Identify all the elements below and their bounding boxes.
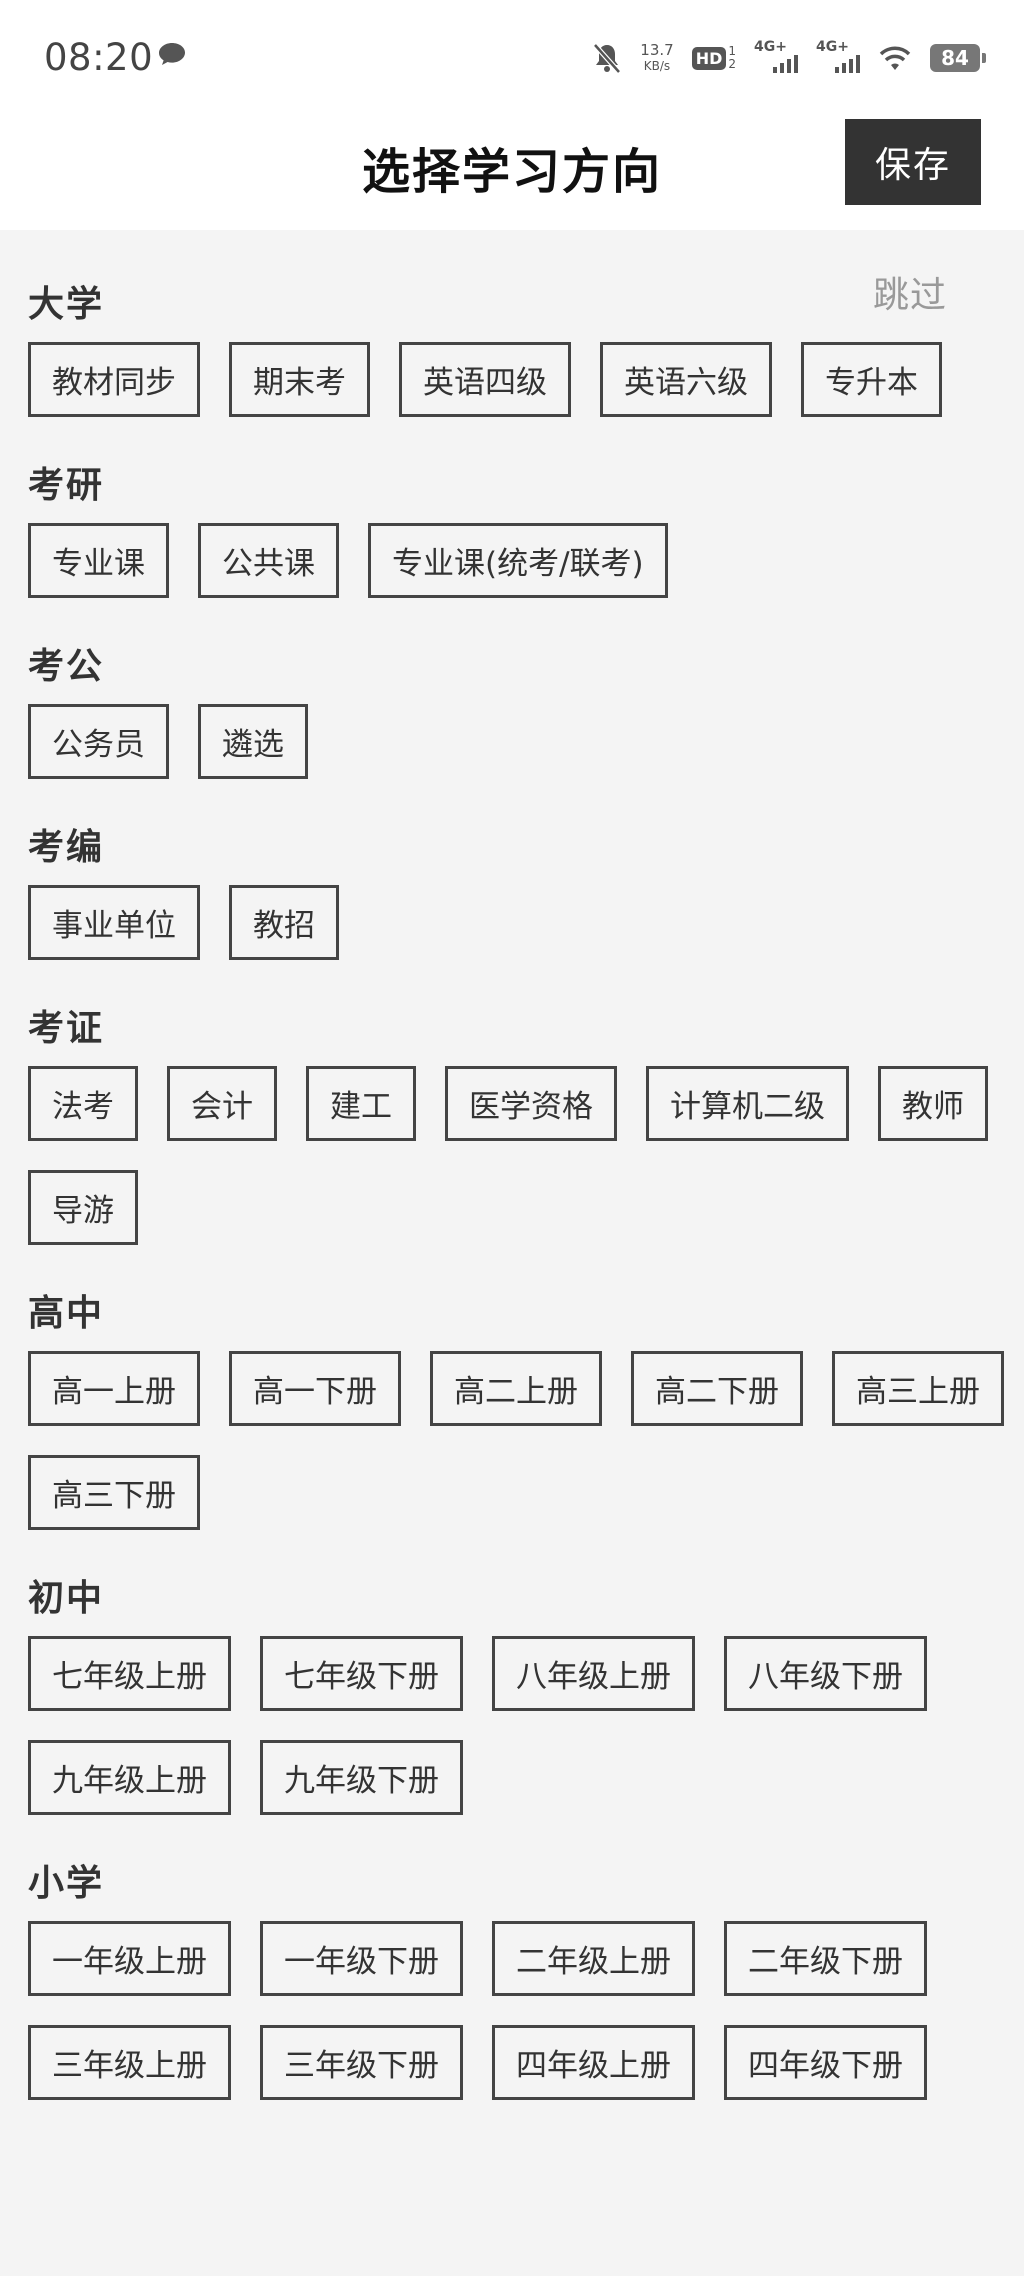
section-2: 考公公务员 遴选 (28, 642, 1024, 779)
network-type-2: 4G+ (816, 39, 849, 55)
status-time: 08:20 (44, 36, 154, 79)
option-chip[interactable]: 遴选 (198, 704, 308, 779)
chat-notification-icon (159, 43, 185, 65)
option-chip[interactable]: 高三上册 (832, 1351, 1004, 1426)
option-chip[interactable]: 专升本 (801, 342, 942, 417)
option-chip[interactable]: 三年级上册 (28, 2025, 231, 2100)
option-chip[interactable]: 九年级上册 (28, 1740, 231, 1815)
option-chip[interactable]: 教招 (229, 885, 339, 960)
option-chip[interactable]: 九年级下册 (260, 1740, 463, 1815)
option-chip[interactable]: 高二上册 (430, 1351, 602, 1426)
section-4: 考证法考 会计 建工 医学资格 计算机二级 教师导游 (28, 1004, 1024, 1245)
option-group: 事业单位 教招 (28, 885, 1024, 960)
option-chip[interactable]: 事业单位 (28, 885, 200, 960)
status-icons: 13.7 KB/s HD 1 2 4G+ 4G+ 84 (592, 36, 986, 80)
option-chip[interactable]: 专业课(统考/联考) (368, 523, 668, 598)
option-chip[interactable]: 会计 (167, 1066, 277, 1141)
speed-value: 13.7 (640, 41, 674, 59)
signal-bars-icon (835, 55, 860, 73)
option-chip[interactable]: 一年级上册 (28, 1921, 231, 1996)
signal-4g-1: 4G+ (754, 39, 798, 75)
option-chip[interactable]: 公务员 (28, 704, 169, 779)
network-speed: 13.7 KB/s (640, 42, 673, 74)
speed-unit: KB/s (643, 59, 671, 73)
option-chip[interactable]: 七年级下册 (260, 1636, 463, 1711)
option-group: 公务员 遴选 (28, 704, 1024, 779)
status-bar: 08:20 13.7 KB/s HD 1 2 4G+ 4G+ 84 (0, 0, 1024, 118)
battery-level: 84 (941, 46, 969, 70)
section-title: 大学 (28, 284, 105, 325)
save-button[interactable]: 保存 (845, 119, 981, 205)
option-chip[interactable]: 三年级下册 (260, 2025, 463, 2100)
hd-bottom: 2 (728, 57, 736, 71)
section-title: 考研 (28, 465, 105, 506)
option-group: 一年级上册 一年级下册 二年级上册 二年级下册三年级上册 三年级下册 四年级上册 四年级下册 (28, 1921, 1024, 2100)
section-1: 考研专业课 公共课 专业课(统考/联考) (28, 461, 1024, 598)
option-group: 高一上册 高一下册 高二上册 高二下册 高三上册高三下册 (28, 1351, 1024, 1530)
wifi-icon (879, 46, 911, 70)
section-title: 高中 (28, 1293, 105, 1334)
option-chip[interactable]: 教材同步 (28, 342, 200, 417)
option-chip[interactable]: 计算机二级 (646, 1066, 849, 1141)
option-chip[interactable]: 高三下册 (28, 1455, 200, 1530)
section-7: 小学一年级上册 一年级下册 二年级上册 二年级下册三年级上册 三年级下册 四年级上册 四年级… (28, 1859, 1024, 2100)
hd-voice-indicator: HD 1 2 (691, 45, 736, 71)
option-chip[interactable]: 公共课 (198, 523, 339, 598)
direction-list: 大学教材同步 期末考 英语四级 英语六级 专升本考研专业课 公共课 专业课(统考/联考) 考公… (28, 280, 1024, 2144)
section-0: 大学教材同步 期末考 英语四级 英语六级 专升本 (28, 280, 1024, 417)
option-chip[interactable]: 英语四级 (399, 342, 571, 417)
title-bar: 选择学习方向 保存 (0, 118, 1024, 230)
option-chip[interactable]: 七年级上册 (28, 1636, 231, 1711)
option-chip[interactable]: 教师 (878, 1066, 988, 1141)
signal-bars-icon (773, 55, 798, 73)
section-title: 考公 (28, 646, 105, 687)
hd-label: HD (691, 46, 727, 70)
option-chip[interactable]: 医学资格 (445, 1066, 617, 1141)
option-chip[interactable]: 高二下册 (631, 1351, 803, 1426)
section-3: 考编事业单位 教招 (28, 823, 1024, 960)
section-title: 考证 (28, 1008, 105, 1049)
option-chip[interactable]: 高一上册 (28, 1351, 200, 1426)
option-chip[interactable]: 二年级上册 (492, 1921, 695, 1996)
option-chip[interactable]: 期末考 (229, 342, 370, 417)
option-chip[interactable]: 法考 (28, 1066, 138, 1141)
section-6: 初中七年级上册 七年级下册 八年级上册 八年级下册九年级上册 九年级下册 (28, 1574, 1024, 1815)
option-chip[interactable]: 建工 (306, 1066, 416, 1141)
option-chip[interactable]: 四年级上册 (492, 2025, 695, 2100)
option-group: 法考 会计 建工 医学资格 计算机二级 教师导游 (28, 1066, 1024, 1245)
battery-icon: 84 (930, 44, 986, 72)
option-group: 专业课 公共课 专业课(统考/联考) (28, 523, 1024, 598)
section-title: 考编 (28, 827, 105, 868)
option-chip[interactable]: 四年级下册 (724, 2025, 927, 2100)
section-title: 小学 (28, 1863, 105, 1904)
option-chip[interactable]: 导游 (28, 1170, 138, 1245)
network-type-1: 4G+ (754, 39, 787, 55)
option-chip[interactable]: 英语六级 (600, 342, 772, 417)
section-title: 初中 (28, 1578, 105, 1619)
option-chip[interactable]: 二年级下册 (724, 1921, 927, 1996)
option-chip[interactable]: 一年级下册 (260, 1921, 463, 1996)
option-chip[interactable]: 八年级下册 (724, 1636, 927, 1711)
mute-bell-icon (593, 43, 622, 74)
section-5: 高中高一上册 高一下册 高二上册 高二下册 高三上册高三下册 (28, 1289, 1024, 1530)
option-chip[interactable]: 专业课 (28, 523, 169, 598)
option-group: 教材同步 期末考 英语四级 英语六级 专升本 (28, 342, 1024, 417)
option-group: 七年级上册 七年级下册 八年级上册 八年级下册九年级上册 九年级下册 (28, 1636, 1024, 1815)
signal-4g-2: 4G+ (816, 39, 860, 75)
option-chip[interactable]: 高一下册 (229, 1351, 401, 1426)
option-chip[interactable]: 八年级上册 (492, 1636, 695, 1711)
